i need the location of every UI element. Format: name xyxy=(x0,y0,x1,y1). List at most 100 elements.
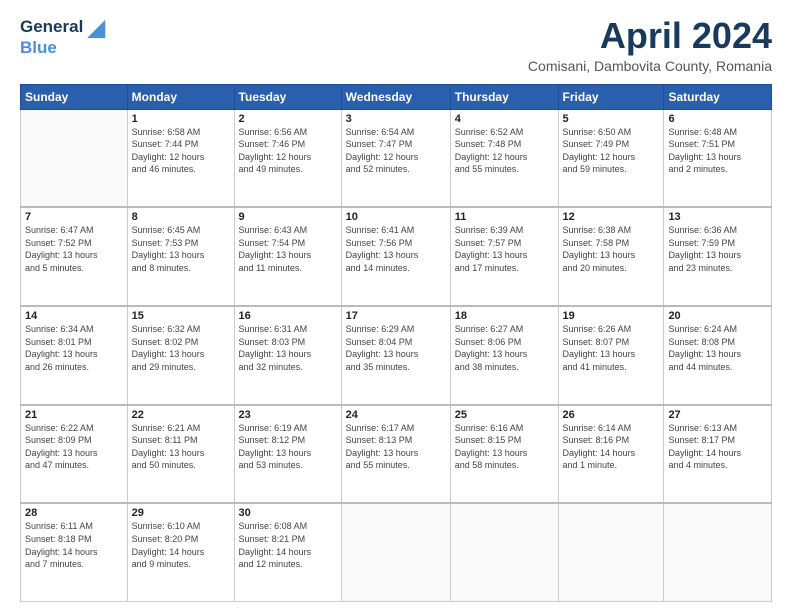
cell-week2-day4: 11Sunrise: 6:39 AMSunset: 7:57 PMDayligh… xyxy=(450,207,558,306)
day-info: Sunrise: 6:08 AMSunset: 8:21 PMDaylight:… xyxy=(239,520,337,570)
cell-week4-day3: 24Sunrise: 6:17 AMSunset: 8:13 PMDayligh… xyxy=(341,405,450,504)
cell-week4-day2: 23Sunrise: 6:19 AMSunset: 8:12 PMDayligh… xyxy=(234,405,341,504)
day-number: 25 xyxy=(455,409,554,421)
day-info: Sunrise: 6:41 AMSunset: 7:56 PMDaylight:… xyxy=(346,224,446,274)
cell-week5-day3 xyxy=(341,503,450,601)
day-info: Sunrise: 6:56 AMSunset: 7:46 PMDaylight:… xyxy=(239,126,337,176)
week-row-4: 21Sunrise: 6:22 AMSunset: 8:09 PMDayligh… xyxy=(21,405,772,504)
cell-week1-day6: 6Sunrise: 6:48 AMSunset: 7:51 PMDaylight… xyxy=(664,109,772,207)
week-row-1: 1Sunrise: 6:58 AMSunset: 7:44 PMDaylight… xyxy=(21,109,772,207)
cell-week3-day0: 14Sunrise: 6:34 AMSunset: 8:01 PMDayligh… xyxy=(21,306,128,405)
cell-week5-day1: 29Sunrise: 6:10 AMSunset: 8:20 PMDayligh… xyxy=(127,503,234,601)
cell-week3-day2: 16Sunrise: 6:31 AMSunset: 8:03 PMDayligh… xyxy=(234,306,341,405)
cell-week5-day0: 28Sunrise: 6:11 AMSunset: 8:18 PMDayligh… xyxy=(21,503,128,601)
cell-week2-day5: 12Sunrise: 6:38 AMSunset: 7:58 PMDayligh… xyxy=(558,207,664,306)
day-number: 16 xyxy=(239,310,337,322)
day-info: Sunrise: 6:29 AMSunset: 8:04 PMDaylight:… xyxy=(346,323,446,373)
cell-week3-day5: 19Sunrise: 6:26 AMSunset: 8:07 PMDayligh… xyxy=(558,306,664,405)
cell-week3-day3: 17Sunrise: 6:29 AMSunset: 8:04 PMDayligh… xyxy=(341,306,450,405)
day-number: 29 xyxy=(132,507,230,519)
day-number: 17 xyxy=(346,310,446,322)
day-number: 4 xyxy=(455,113,554,125)
week-row-2: 7Sunrise: 6:47 AMSunset: 7:52 PMDaylight… xyxy=(21,207,772,306)
day-number: 30 xyxy=(239,507,337,519)
col-saturday: Saturday xyxy=(664,84,772,109)
day-number: 15 xyxy=(132,310,230,322)
day-number: 7 xyxy=(25,211,123,223)
day-info: Sunrise: 6:26 AMSunset: 8:07 PMDaylight:… xyxy=(563,323,660,373)
day-number: 21 xyxy=(25,409,123,421)
day-number: 28 xyxy=(25,507,123,519)
day-info: Sunrise: 6:10 AMSunset: 8:20 PMDaylight:… xyxy=(132,520,230,570)
day-number: 11 xyxy=(455,211,554,223)
day-info: Sunrise: 6:45 AMSunset: 7:53 PMDaylight:… xyxy=(132,224,230,274)
day-info: Sunrise: 6:14 AMSunset: 8:16 PMDaylight:… xyxy=(563,422,660,472)
cell-week4-day0: 21Sunrise: 6:22 AMSunset: 8:09 PMDayligh… xyxy=(21,405,128,504)
cell-week3-day4: 18Sunrise: 6:27 AMSunset: 8:06 PMDayligh… xyxy=(450,306,558,405)
day-number: 2 xyxy=(239,113,337,125)
col-wednesday: Wednesday xyxy=(341,84,450,109)
day-info: Sunrise: 6:13 AMSunset: 8:17 PMDaylight:… xyxy=(668,422,767,472)
day-info: Sunrise: 6:21 AMSunset: 8:11 PMDaylight:… xyxy=(132,422,230,472)
cell-week2-day3: 10Sunrise: 6:41 AMSunset: 7:56 PMDayligh… xyxy=(341,207,450,306)
cell-week5-day5 xyxy=(558,503,664,601)
col-friday: Friday xyxy=(558,84,664,109)
day-info: Sunrise: 6:50 AMSunset: 7:49 PMDaylight:… xyxy=(563,126,660,176)
day-number: 24 xyxy=(346,409,446,421)
cell-week1-day3: 3Sunrise: 6:54 AMSunset: 7:47 PMDaylight… xyxy=(341,109,450,207)
cell-week2-day1: 8Sunrise: 6:45 AMSunset: 7:53 PMDaylight… xyxy=(127,207,234,306)
col-monday: Monday xyxy=(127,84,234,109)
calendar-table: Sunday Monday Tuesday Wednesday Thursday… xyxy=(20,84,772,602)
cell-week3-day1: 15Sunrise: 6:32 AMSunset: 8:02 PMDayligh… xyxy=(127,306,234,405)
logo-text-blue: Blue xyxy=(20,39,105,57)
week-row-3: 14Sunrise: 6:34 AMSunset: 8:01 PMDayligh… xyxy=(21,306,772,405)
col-tuesday: Tuesday xyxy=(234,84,341,109)
cell-week1-day4: 4Sunrise: 6:52 AMSunset: 7:48 PMDaylight… xyxy=(450,109,558,207)
day-info: Sunrise: 6:48 AMSunset: 7:51 PMDaylight:… xyxy=(668,126,767,176)
cell-week1-day5: 5Sunrise: 6:50 AMSunset: 7:49 PMDaylight… xyxy=(558,109,664,207)
day-info: Sunrise: 6:58 AMSunset: 7:44 PMDaylight:… xyxy=(132,126,230,176)
day-info: Sunrise: 6:32 AMSunset: 8:02 PMDaylight:… xyxy=(132,323,230,373)
day-number: 8 xyxy=(132,211,230,223)
day-number: 1 xyxy=(132,113,230,125)
logo: General ◢ Blue xyxy=(20,16,105,57)
day-info: Sunrise: 6:17 AMSunset: 8:13 PMDaylight:… xyxy=(346,422,446,472)
day-number: 22 xyxy=(132,409,230,421)
cell-week2-day2: 9Sunrise: 6:43 AMSunset: 7:54 PMDaylight… xyxy=(234,207,341,306)
col-sunday: Sunday xyxy=(21,84,128,109)
day-info: Sunrise: 6:43 AMSunset: 7:54 PMDaylight:… xyxy=(239,224,337,274)
day-number: 26 xyxy=(563,409,660,421)
day-info: Sunrise: 6:52 AMSunset: 7:48 PMDaylight:… xyxy=(455,126,554,176)
day-info: Sunrise: 6:24 AMSunset: 8:08 PMDaylight:… xyxy=(668,323,767,373)
day-info: Sunrise: 6:34 AMSunset: 8:01 PMDaylight:… xyxy=(25,323,123,373)
week-row-5: 28Sunrise: 6:11 AMSunset: 8:18 PMDayligh… xyxy=(21,503,772,601)
cell-week4-day1: 22Sunrise: 6:21 AMSunset: 8:11 PMDayligh… xyxy=(127,405,234,504)
day-number: 18 xyxy=(455,310,554,322)
day-info: Sunrise: 6:36 AMSunset: 7:59 PMDaylight:… xyxy=(668,224,767,274)
day-number: 6 xyxy=(668,113,767,125)
day-number: 13 xyxy=(668,211,767,223)
col-thursday: Thursday xyxy=(450,84,558,109)
cell-week4-day5: 26Sunrise: 6:14 AMSunset: 8:16 PMDayligh… xyxy=(558,405,664,504)
day-info: Sunrise: 6:27 AMSunset: 8:06 PMDaylight:… xyxy=(455,323,554,373)
cell-week5-day6 xyxy=(664,503,772,601)
day-info: Sunrise: 6:22 AMSunset: 8:09 PMDaylight:… xyxy=(25,422,123,472)
title-block: April 2024 Comisani, Dambovita County, R… xyxy=(528,16,772,74)
header: General ◢ Blue April 2024 Comisani, Damb… xyxy=(20,16,772,74)
day-info: Sunrise: 6:54 AMSunset: 7:47 PMDaylight:… xyxy=(346,126,446,176)
calendar-header-row: Sunday Monday Tuesday Wednesday Thursday… xyxy=(21,84,772,109)
day-info: Sunrise: 6:39 AMSunset: 7:57 PMDaylight:… xyxy=(455,224,554,274)
day-number: 3 xyxy=(346,113,446,125)
cell-week5-day4 xyxy=(450,503,558,601)
day-info: Sunrise: 6:31 AMSunset: 8:03 PMDaylight:… xyxy=(239,323,337,373)
day-number: 9 xyxy=(239,211,337,223)
cell-week1-day1: 1Sunrise: 6:58 AMSunset: 7:44 PMDaylight… xyxy=(127,109,234,207)
page: General ◢ Blue April 2024 Comisani, Damb… xyxy=(0,0,792,612)
logo-text-general: General xyxy=(20,17,83,36)
day-number: 12 xyxy=(563,211,660,223)
cell-week3-day6: 20Sunrise: 6:24 AMSunset: 8:08 PMDayligh… xyxy=(664,306,772,405)
location-subtitle: Comisani, Dambovita County, Romania xyxy=(528,58,772,74)
day-info: Sunrise: 6:19 AMSunset: 8:12 PMDaylight:… xyxy=(239,422,337,472)
cell-week1-day0 xyxy=(21,109,128,207)
day-number: 5 xyxy=(563,113,660,125)
